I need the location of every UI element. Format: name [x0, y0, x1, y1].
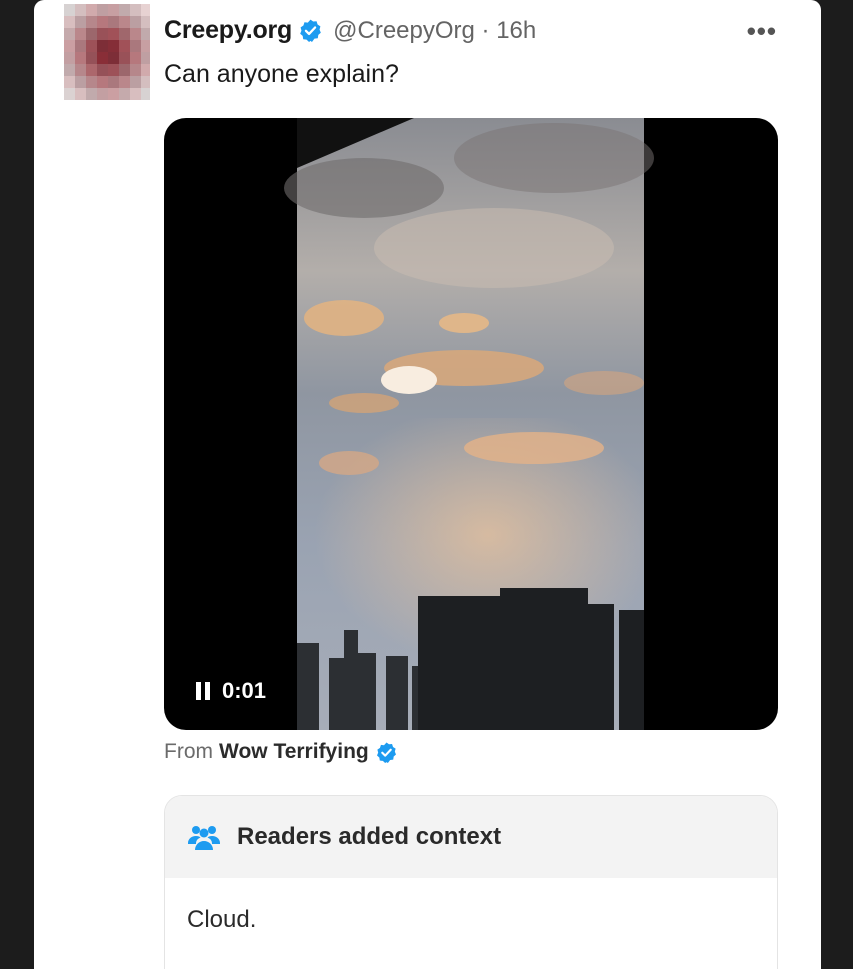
- avatar-pixel: [108, 40, 119, 52]
- author-handle-time[interactable]: @CreepyOrg · 16h: [333, 17, 536, 45]
- avatar-pixel: [75, 64, 86, 76]
- avatar-pixel: [130, 40, 141, 52]
- avatar-pixel: [64, 16, 75, 28]
- avatar-pixel: [141, 52, 150, 64]
- avatar-pixel: [130, 88, 141, 100]
- avatar-pixel: [86, 88, 97, 100]
- avatar-pixel: [108, 52, 119, 64]
- avatar-pixel: [141, 4, 150, 16]
- avatar-pixel: [97, 64, 108, 76]
- avatar-pixel: [97, 40, 108, 52]
- community-note-body: Cloud.: [187, 906, 257, 933]
- avatar-pixel: [141, 40, 150, 52]
- avatar-pixel: [141, 16, 150, 28]
- avatar-pixel: [86, 52, 97, 64]
- avatar-pixel: [64, 52, 75, 64]
- avatar-pixel: [130, 16, 141, 28]
- avatar-pixel: [86, 40, 97, 52]
- avatar-pixel: [108, 16, 119, 28]
- avatar-pixel: [64, 88, 75, 100]
- avatar-pixel: [141, 88, 150, 100]
- avatar-pixel: [86, 4, 97, 16]
- avatar-pixel: [119, 88, 130, 100]
- avatar-pixel: [130, 52, 141, 64]
- avatar-pixel: [75, 52, 86, 64]
- tweet-header: Creepy.org @CreepyOrg · 16h: [164, 16, 536, 45]
- avatar-pixel: [64, 76, 75, 88]
- avatar-pixel: [119, 40, 130, 52]
- avatar-pixel: [108, 64, 119, 76]
- people-icon: [188, 826, 220, 850]
- verified-badge-icon: [300, 19, 321, 42]
- avatar-pixel: [141, 28, 150, 40]
- verified-badge-icon: [376, 741, 396, 763]
- tweet-card: Creepy.org @CreepyOrg · 16h ••• Can anyo…: [34, 0, 821, 969]
- avatar-pixel: [64, 64, 75, 76]
- more-options-icon[interactable]: •••: [747, 16, 777, 47]
- avatar-pixel: [119, 52, 130, 64]
- author-name[interactable]: Creepy.org: [164, 16, 292, 45]
- video-player[interactable]: 0:01: [164, 118, 778, 730]
- avatar-pixel: [108, 4, 119, 16]
- avatar-pixel: [97, 16, 108, 28]
- avatar-pixel: [119, 76, 130, 88]
- avatar-pixel: [97, 4, 108, 16]
- from-label: From: [164, 740, 213, 763]
- avatar-pixel: [97, 88, 108, 100]
- avatar-pixel: [86, 76, 97, 88]
- avatar-pixel: [141, 64, 150, 76]
- avatar-pixel: [86, 28, 97, 40]
- avatar-pixel: [75, 28, 86, 40]
- avatar-pixel: [75, 88, 86, 100]
- avatar-pixel: [119, 28, 130, 40]
- avatar-pixel: [86, 64, 97, 76]
- video-frame: [284, 118, 654, 730]
- avatar-pixel: [130, 76, 141, 88]
- avatar-pixel: [97, 28, 108, 40]
- avatar[interactable]: [64, 4, 150, 100]
- avatar-pixel: [75, 76, 86, 88]
- avatar-pixel: [108, 28, 119, 40]
- avatar-pixel: [64, 28, 75, 40]
- avatar-pixel: [130, 64, 141, 76]
- avatar-pixel: [64, 40, 75, 52]
- avatar-pixel: [75, 4, 86, 16]
- avatar-pixel: [130, 4, 141, 16]
- community-note-title: Readers added context: [237, 823, 502, 850]
- avatar-pixel: [75, 40, 86, 52]
- avatar-pixel: [119, 64, 130, 76]
- avatar-pixel: [86, 16, 97, 28]
- community-note-header: Readers added context: [165, 796, 777, 878]
- tweet-text: Can anyone explain?: [164, 60, 399, 88]
- avatar-pixel: [97, 52, 108, 64]
- source-account-link[interactable]: Wow Terrifying: [219, 740, 369, 764]
- avatar-pixel: [97, 76, 108, 88]
- avatar-pixel: [64, 4, 75, 16]
- community-note[interactable]: Readers added context Cloud.: [164, 795, 778, 969]
- pause-icon[interactable]: [196, 682, 210, 700]
- avatar-pixel: [108, 76, 119, 88]
- avatar-pixel: [141, 76, 150, 88]
- avatar-pixel: [130, 28, 141, 40]
- avatar-pixel: [119, 4, 130, 16]
- video-attribution: From Wow Terrifying: [164, 740, 398, 764]
- avatar-pixel: [75, 16, 86, 28]
- avatar-pixel: [108, 88, 119, 100]
- playback-controls[interactable]: 0:01: [196, 678, 266, 704]
- video-timestamp: 0:01: [222, 678, 267, 703]
- avatar-pixel: [119, 16, 130, 28]
